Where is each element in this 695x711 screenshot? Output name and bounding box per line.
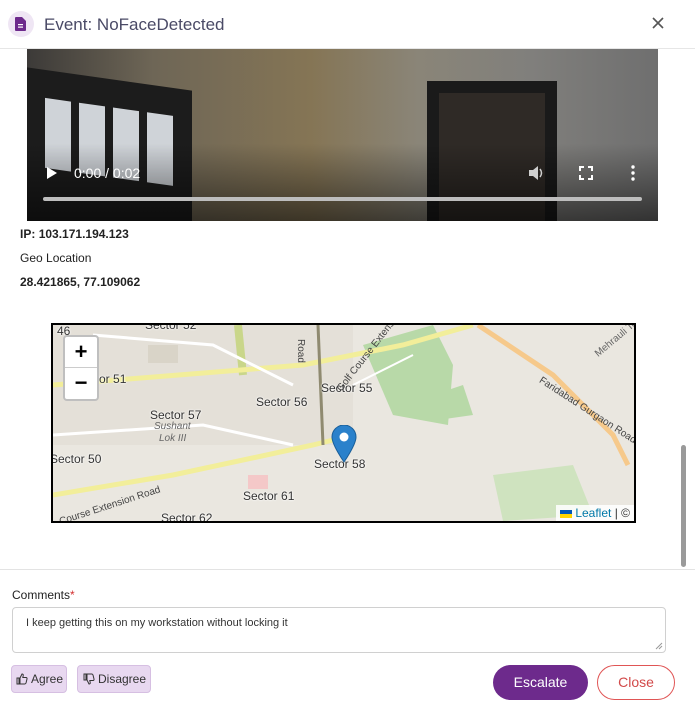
thumbs-down-icon — [83, 673, 95, 685]
geo-location-label: Geo Location — [20, 251, 92, 265]
ip-row: IP: 103.171.194.123 — [20, 227, 129, 241]
map-label: Sector 57 — [150, 408, 202, 422]
agree-button[interactable]: Agree — [11, 665, 67, 693]
comments-label: Comments* — [12, 588, 75, 602]
play-icon[interactable] — [46, 166, 58, 183]
comments-textarea[interactable]: I keep getting this on my workstation wi… — [12, 607, 666, 653]
video-player[interactable]: 0:00 / 0:02 — [27, 49, 658, 221]
disagree-label: Disagree — [98, 672, 147, 686]
video-time: 0:00 / 0:02 — [74, 165, 141, 181]
fullscreen-icon[interactable] — [579, 166, 593, 183]
thumbs-up-icon — [16, 673, 28, 685]
location-map[interactable]: Sector 52 46 Sector 51 Sector 57 Sushant… — [51, 323, 636, 523]
ukraine-flag-icon — [560, 509, 573, 518]
close-button[interactable]: Close — [597, 665, 675, 700]
volume-icon[interactable] — [528, 165, 546, 184]
more-options-icon[interactable] — [631, 165, 635, 184]
map-label: Sector 62 — [161, 511, 213, 523]
disagree-button[interactable]: Disagree — [77, 665, 151, 693]
video-progress-bar[interactable] — [43, 197, 642, 201]
map-label: Lok III — [159, 433, 187, 444]
dialog-footer: Comments* I keep getting this on my work… — [0, 569, 695, 711]
geo-coordinates: 28.421865, 77.109062 — [20, 275, 141, 289]
ip-value: 103.171.194.123 — [38, 227, 129, 241]
map-label: Road — [295, 339, 306, 363]
map-label: Sector 61 — [243, 489, 295, 503]
map-attribution: Leaflet | © — [556, 505, 634, 521]
map-marker-icon[interactable] — [331, 424, 357, 468]
zoom-out-button[interactable]: − — [65, 368, 97, 398]
document-icon — [8, 11, 34, 37]
map-label: Sushant — [154, 421, 191, 432]
comments-value: I keep getting this on my workstation wi… — [26, 617, 288, 629]
leaflet-link[interactable]: Leaflet — [575, 506, 611, 520]
agree-label: Agree — [31, 672, 64, 686]
map-label: Sector 56 — [256, 395, 308, 409]
zoom-in-button[interactable]: + — [65, 337, 97, 368]
scrollbar-thumb[interactable] — [681, 445, 686, 567]
attribution-copyright: | © — [614, 506, 630, 520]
resize-handle-icon[interactable] — [655, 642, 663, 650]
zoom-control: + − — [63, 335, 99, 401]
ip-label: IP: — [20, 227, 36, 241]
map-label: Sector 52 — [145, 323, 197, 332]
dialog-title: Event: NoFaceDetected — [44, 15, 225, 34]
dialog-content[interactable]: 0:00 / 0:02 IP: 103.171.194.123 Geo Loca… — [0, 49, 678, 569]
map-label: Sector 50 — [51, 452, 102, 466]
required-asterisk: * — [70, 588, 75, 602]
comments-label-text: Comments — [12, 588, 71, 602]
escalate-button[interactable]: Escalate — [493, 665, 588, 700]
close-icon[interactable] — [649, 14, 667, 32]
dialog-header: Event: NoFaceDetected — [0, 0, 695, 49]
